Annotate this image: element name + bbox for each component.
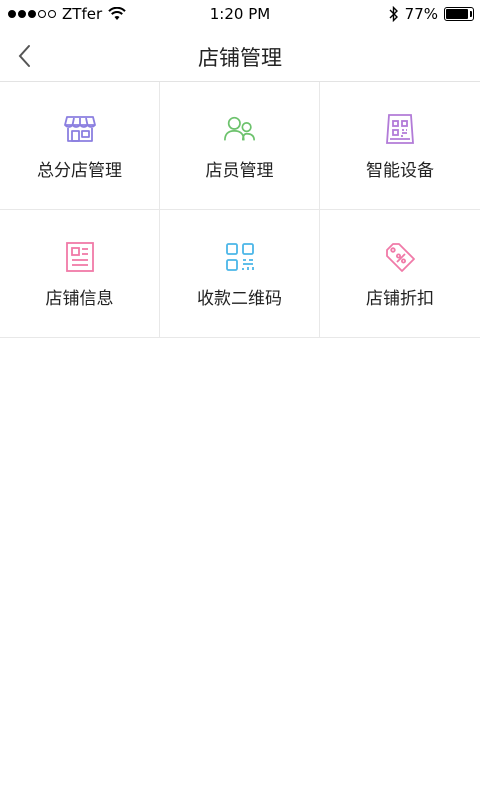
storefront-icon [63, 112, 97, 146]
grid-item-store-discount[interactable]: 店铺折扣 [320, 210, 480, 338]
grid-item-staff-management[interactable]: 店员管理 [160, 82, 320, 210]
battery-icon [444, 7, 474, 21]
battery-percent: 77% [404, 5, 438, 23]
bluetooth-icon [389, 6, 398, 22]
grid-item-label: 店员管理 [205, 161, 274, 181]
grid-item-label: 店铺信息 [45, 289, 114, 309]
page-title: 店铺管理 [198, 46, 282, 70]
qr-code-icon [223, 240, 257, 274]
grid-item-store-info[interactable]: 店铺信息 [0, 210, 160, 338]
staff-users-icon [223, 112, 257, 146]
status-bar-right: 77% [389, 5, 474, 23]
grid-item-branch-management[interactable]: 总分店管理 [0, 82, 160, 210]
document-info-icon [63, 240, 97, 274]
grid-item-label: 总分店管理 [37, 161, 122, 181]
qr-device-icon [383, 112, 417, 146]
grid-item-label: 收款二维码 [197, 289, 282, 309]
grid-item-smart-devices[interactable]: 智能设备 [320, 82, 480, 210]
navigation-bar: 店铺管理 [0, 30, 480, 82]
status-bar: ZTfer 1:20 PM 77% [0, 0, 480, 30]
grid-item-label: 智能设备 [366, 161, 434, 181]
discount-tag-icon [383, 240, 417, 274]
management-grid: 总分店管理 店员管理 智能设备 店铺信息 收款二维码 店铺折扣 [0, 82, 480, 338]
grid-item-payment-qrcode[interactable]: 收款二维码 [160, 210, 320, 338]
grid-item-label: 店铺折扣 [366, 289, 434, 309]
